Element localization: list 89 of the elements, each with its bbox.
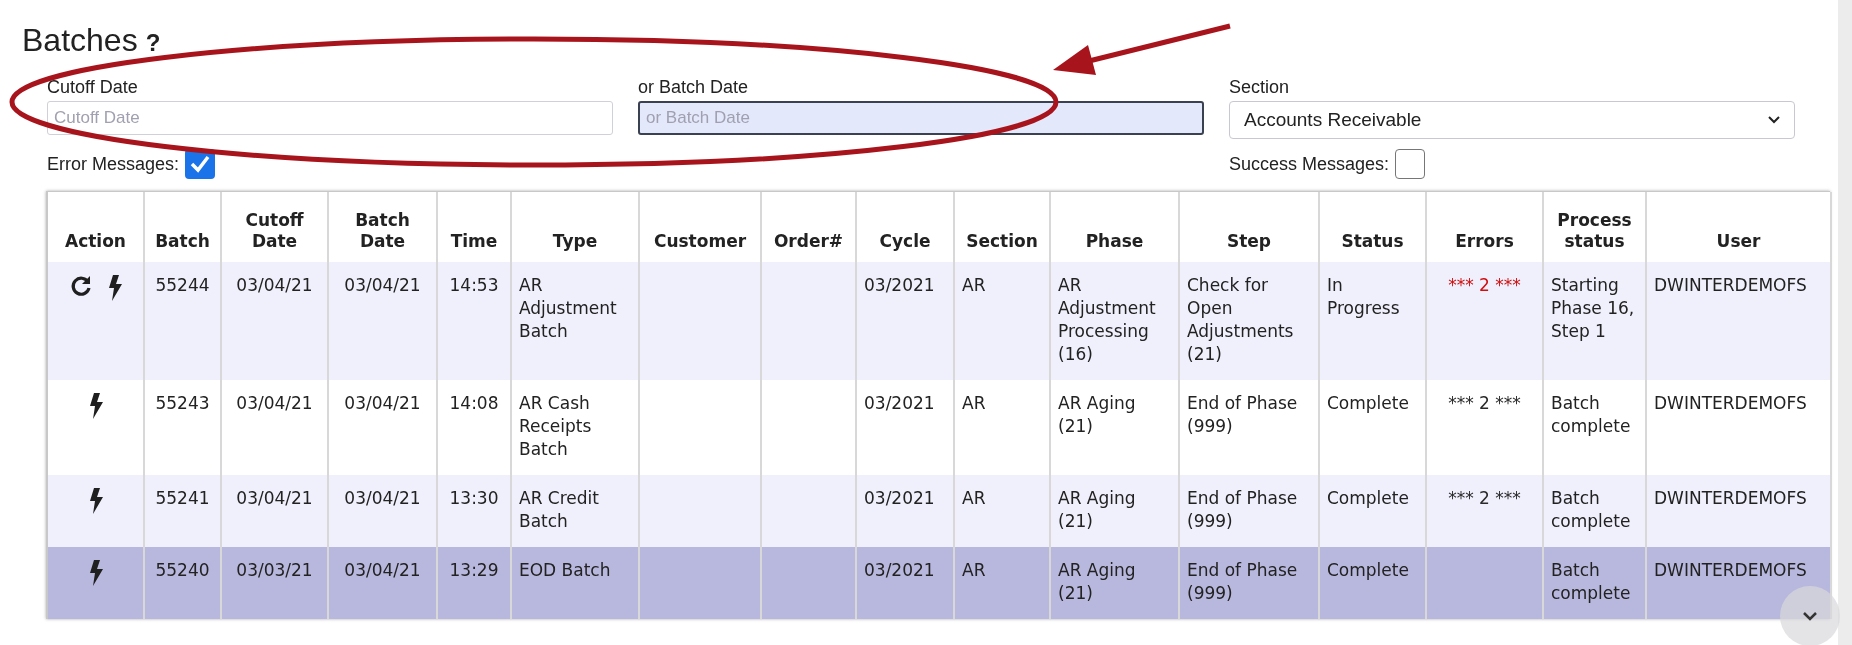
table-cell-text: AR Cash Receipts Batch [519, 392, 593, 461]
table-cell-text: 03/04/21 [235, 392, 314, 415]
column-header: User [1716, 231, 1761, 252]
help-link[interactable]: ? [145, 25, 161, 61]
table-cell-text: 03/03/21 [235, 559, 314, 582]
table-row[interactable]: 55243 03/04/21 03/04/21 14:08 AR Cash Receipts Batch 03/2021 AR AR Aging (21) End of Phase (999) Complete *** 2 *** Batch complete DWINTERDEMOFS [48, 380, 1830, 475]
table-cell-text: 55240 [154, 559, 211, 582]
table-cell: DWINTERDEMOFS [1654, 487, 1807, 510]
table-cell: AR [962, 274, 986, 297]
column-header: Customer [653, 231, 747, 252]
lightning-icon[interactable] [87, 392, 104, 420]
table-cell-text: 03/04/21 [343, 487, 422, 510]
section-dropdown[interactable]: Accounts Receivable [1229, 101, 1795, 139]
lightning-icon[interactable] [87, 487, 104, 515]
column-header: Order# [773, 231, 844, 252]
column-header: Batch [155, 231, 210, 252]
checkmark-icon [189, 153, 212, 175]
table-cell: DWINTERDEMOFS [1654, 559, 1807, 582]
column-header: Phase [1085, 231, 1144, 252]
column-header: Process status [1556, 210, 1633, 252]
table-cell-text: AR Aging (21) [1058, 559, 1137, 605]
table-cell: AR [962, 392, 986, 415]
batch-date-field[interactable]: or Batch Date [638, 101, 1204, 135]
table-cell: Complete [1327, 392, 1409, 415]
column-header: Type [552, 231, 598, 252]
table-cell-text: 03/04/21 [343, 274, 422, 297]
column-header: Time [450, 231, 498, 252]
lightning-icon[interactable] [106, 274, 123, 302]
column-header: Status [1341, 231, 1404, 252]
table-cell-text: AR Adjustment Processing (16) [1058, 274, 1157, 366]
table-cell-text: 03/04/21 [343, 559, 422, 582]
table-cell-text: End of Phase (999) [1187, 487, 1299, 533]
table-cell-text: End of Phase (999) [1187, 392, 1299, 438]
cutoff-date-field[interactable]: Cutoff Date [47, 101, 613, 135]
checkbox-label: Error Messages: [47, 152, 180, 176]
table-cell-text: 55243 [154, 392, 211, 415]
table-cell-text: End of Phase (999) [1187, 559, 1299, 605]
error-count: *** 2 *** [1447, 487, 1522, 510]
table-cell-text: AR Aging (21) [1058, 392, 1137, 438]
column-header: Batch Date [354, 210, 411, 252]
table-cell: DWINTERDEMOFS [1654, 392, 1807, 415]
table-cell-text: 14:08 [448, 392, 500, 415]
column-header: Cycle [879, 231, 931, 252]
table-cell: 03/2021 [864, 392, 935, 415]
page-title: Batches [22, 21, 138, 60]
field-label: or Batch Date [638, 76, 750, 99]
table-cell-text: 03/04/21 [235, 274, 314, 297]
column-header: Step [1226, 231, 1272, 252]
table-cell: AR [962, 487, 986, 510]
column-header: Action [65, 231, 126, 252]
table-cell-text: 14:53 [448, 274, 500, 297]
table-cell-text: Batch complete [1551, 487, 1632, 533]
column-header: Errors [1455, 231, 1514, 252]
table-cell-text: AR Aging (21) [1058, 487, 1137, 533]
column-header: Cutoff Date [244, 210, 305, 252]
table-cell-text: AR Adjustment Batch [519, 274, 618, 343]
lightning-icon[interactable] [87, 559, 104, 587]
chevron-down-icon [1802, 611, 1818, 621]
chevron-down-icon [1768, 116, 1780, 124]
table-cell-text: 13:29 [448, 559, 500, 582]
field-label: Section [1229, 76, 1291, 99]
table-row[interactable]: 55241 03/04/21 03/04/21 13:30 AR Credit Batch 03/2021 AR AR Aging (21) End of Phase (999) Complete *** 2 *** Batch complete DWINTERDEMOFS [48, 475, 1830, 547]
table-cell: 03/2021 [864, 274, 935, 297]
field-label: Cutoff Date [47, 76, 139, 99]
table-cell-text: In Progress [1327, 274, 1401, 320]
table-cell-text: 03/04/21 [343, 392, 422, 415]
table-cell-text: Batch complete [1551, 559, 1632, 605]
table-cell-text: Check for Open Adjustments (21) [1187, 274, 1295, 366]
error-count: *** 2 *** [1447, 274, 1522, 297]
table-cell: DWINTERDEMOFS [1654, 274, 1807, 297]
table-row[interactable]: 55244 03/04/21 03/04/21 14:53 AR Adjustment Batch 03/2021 AR AR Adjustment Processing (16) Check for Open Adjustments (21) In Progress *** 2 *** Starting Phase 16, Step 1 DWINTERDEMOFS [48, 262, 1830, 380]
table-cell: 03/2021 [864, 559, 935, 582]
table-row[interactable]: 55240 03/03/21 03/04/21 13:29 EOD Batch 03/2021 AR AR Aging (21) End of Phase (999) Complete Batch complete DWINTERDEMOFS [48, 547, 1830, 619]
table-cell: Complete [1327, 487, 1409, 510]
table-cell: AR [962, 559, 986, 582]
table-cell-text: 55244 [154, 274, 211, 297]
checkbox-label: Success Messages: [1229, 152, 1390, 176]
table-cell-text: AR Credit Batch [519, 487, 600, 533]
table-cell-text: 03/04/21 [235, 487, 314, 510]
column-header: Section [966, 231, 1038, 252]
table-cell: 03/2021 [864, 487, 935, 510]
checkbox[interactable] [1395, 149, 1426, 179]
table-cell-text: 13:30 [448, 487, 500, 510]
error-count: *** 2 *** [1447, 392, 1522, 415]
table-cell: Complete [1327, 559, 1409, 582]
table-cell: EOD Batch [519, 559, 611, 582]
table-cell-text: Batch complete [1551, 392, 1632, 438]
table-cell-text: 55241 [154, 487, 211, 510]
table-cell-text: Starting Phase 16, Step 1 [1551, 274, 1636, 343]
